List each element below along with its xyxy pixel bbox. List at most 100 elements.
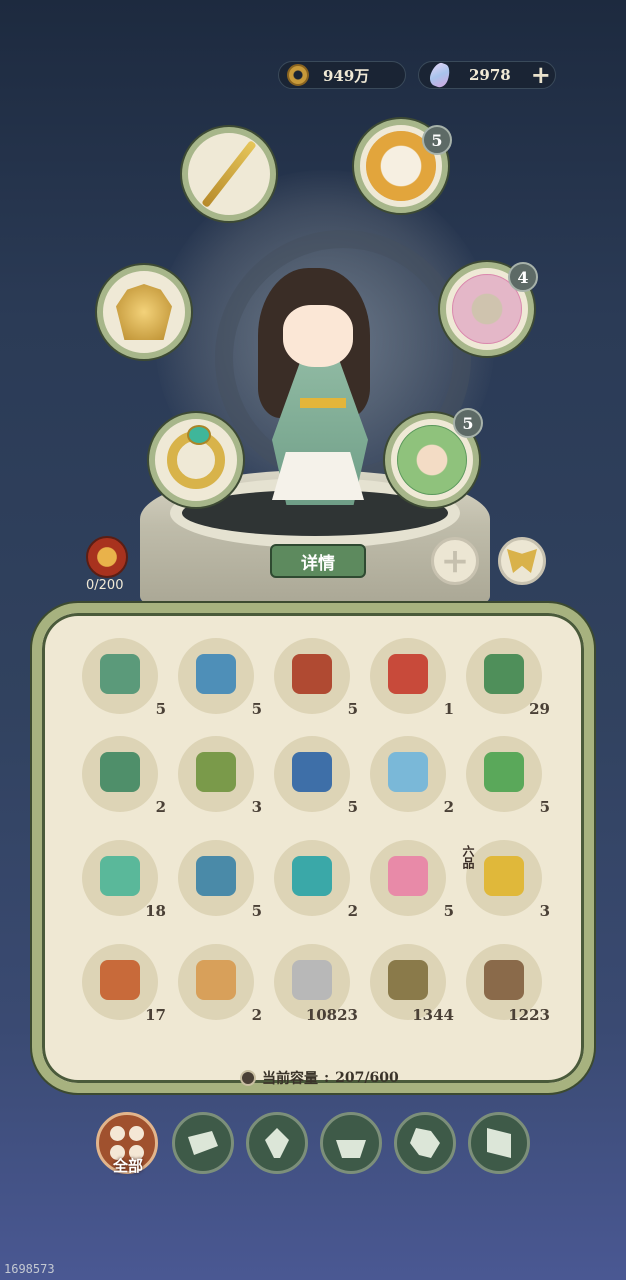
item-icon — [100, 654, 140, 694]
item-icon — [388, 752, 428, 792]
item-quantity: 1223 — [508, 1006, 550, 1024]
inventory-item[interactable]: 18 — [80, 838, 166, 920]
ring-slot[interactable] — [149, 413, 243, 507]
companion-portrait-icon — [397, 425, 467, 495]
inventory-item[interactable]: 5 — [272, 734, 358, 816]
armor-icon — [116, 284, 172, 340]
item-quantity: 5 — [155, 700, 166, 718]
item-icon — [484, 856, 524, 896]
item-quantity: 5 — [347, 700, 358, 718]
inventory-item[interactable]: 5 — [272, 636, 358, 718]
weapon-slot[interactable] — [182, 127, 276, 221]
inventory-item[interactable]: 1223 — [464, 942, 550, 1024]
item-icon — [292, 654, 332, 694]
inventory-item[interactable]: 5 — [176, 636, 262, 718]
item-quantity: 2 — [443, 798, 454, 816]
item-quantity: 10823 — [305, 1006, 358, 1024]
tab-materials[interactable] — [172, 1112, 234, 1174]
sword-icon — [201, 140, 257, 208]
item-quantity: 29 — [529, 700, 550, 718]
item-icon — [292, 856, 332, 896]
item-quantity: 2 — [347, 902, 358, 920]
item-quantity: 2 — [251, 1006, 262, 1024]
coin-icon — [287, 64, 309, 86]
item-grade-label: 六品 — [461, 845, 475, 869]
inventory-item[interactable]: 3 — [176, 734, 262, 816]
inventory-item[interactable]: 5 — [368, 838, 454, 920]
tab-fragments[interactable] — [394, 1112, 456, 1174]
moth-button[interactable] — [498, 537, 546, 585]
item-icon — [484, 654, 524, 694]
scroll-icon — [487, 1128, 511, 1158]
companion-3-level-badge: 5 — [453, 408, 483, 438]
inventory-item[interactable]: 1 — [368, 636, 454, 718]
item-icon — [292, 752, 332, 792]
item-icon — [196, 752, 236, 792]
hero-belt — [300, 398, 346, 408]
coin-counter: 949万 — [278, 61, 406, 89]
item-icon — [100, 856, 140, 896]
log-icon — [188, 1131, 218, 1155]
item-quantity: 17 — [145, 1006, 166, 1024]
gem-icon — [427, 60, 453, 90]
monster-counter: 0/200 — [86, 578, 124, 593]
inventory-item[interactable]: 5 — [176, 838, 262, 920]
inventory-item[interactable]: 29 — [464, 636, 550, 718]
item-quantity: 5 — [443, 902, 454, 920]
tab-food[interactable] — [320, 1112, 382, 1174]
inventory-capacity: 当前容量 : 207/600 — [240, 1068, 399, 1088]
add-slot-button[interactable]: + — [431, 537, 479, 585]
item-quantity: 3 — [539, 902, 550, 920]
herb-icon — [265, 1128, 289, 1158]
build-id: 1698573 — [4, 1262, 55, 1276]
inventory-item[interactable]: 2 — [80, 734, 166, 816]
fragment-icon — [410, 1128, 440, 1158]
companion-2-level-badge: 4 — [508, 262, 538, 292]
tab-herbs[interactable] — [246, 1112, 308, 1174]
inventory-item[interactable]: 1344 — [368, 942, 454, 1024]
ring-icon — [167, 425, 225, 489]
item-quantity: 5 — [251, 700, 262, 718]
rice-bowl-icon — [336, 1140, 366, 1158]
item-quantity: 1 — [443, 700, 454, 718]
item-icon — [196, 960, 236, 1000]
item-icon — [100, 752, 140, 792]
item-quantity: 1344 — [412, 1006, 454, 1024]
item-icon — [388, 654, 428, 694]
companion-1-level-badge: 5 — [422, 125, 452, 155]
capacity-label: 当前容量 — [262, 1071, 318, 1087]
item-icon — [196, 654, 236, 694]
moth-icon — [507, 549, 537, 573]
inventory-item[interactable]: 2 — [368, 734, 454, 816]
item-icon — [484, 960, 524, 1000]
item-icon — [388, 856, 428, 896]
tab-scrolls[interactable] — [468, 1112, 530, 1174]
details-button[interactable]: 详情 — [270, 544, 366, 578]
demon-mask-icon[interactable] — [86, 536, 128, 578]
hero-face — [283, 305, 353, 367]
item-quantity: 18 — [145, 902, 166, 920]
item-icon — [100, 960, 140, 1000]
hero-skirt — [272, 452, 364, 500]
capacity-value: 207/600 — [335, 1070, 399, 1086]
item-quantity: 3 — [251, 798, 262, 816]
item-quantity: 5 — [251, 902, 262, 920]
item-icon — [388, 960, 428, 1000]
item-icon — [292, 960, 332, 1000]
inventory-item[interactable]: 5 — [80, 636, 166, 718]
armor-slot[interactable] — [97, 265, 191, 359]
item-quantity: 2 — [155, 798, 166, 816]
coin-amount: 949万 — [323, 66, 370, 85]
inventory-item[interactable]: 10823 — [272, 942, 358, 1024]
item-quantity: 5 — [539, 798, 550, 816]
item-icon — [484, 752, 524, 792]
item-icon — [196, 856, 236, 896]
inventory-item[interactable]: 2 — [176, 942, 262, 1024]
inventory-item[interactable]: 5 — [464, 734, 550, 816]
gem-counter: 2978 + — [418, 60, 556, 90]
capacity-icon — [240, 1070, 256, 1086]
inventory-item[interactable]: 17 — [80, 942, 166, 1024]
add-gems-button[interactable]: + — [531, 63, 551, 87]
tab-all-label: 全部 — [112, 1157, 143, 1175]
inventory-item[interactable]: 2 — [272, 838, 358, 920]
